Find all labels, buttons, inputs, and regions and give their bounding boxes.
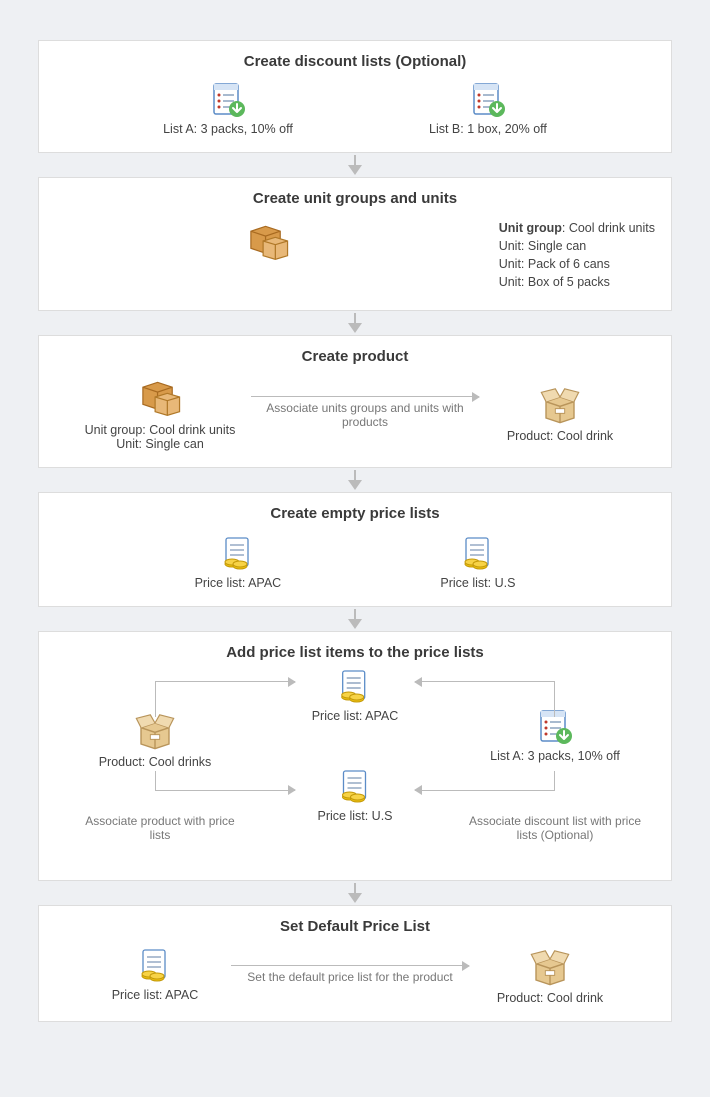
unit-group-details: Unit group: Cool drink units Unit: Singl… xyxy=(499,219,655,292)
step-create-product: Create product Unit group: Cool drink un… xyxy=(38,335,672,468)
pricelist-icon xyxy=(458,536,498,572)
product-left: Product: Cool drinks xyxy=(85,709,225,769)
unit-line-1: Unit: Single can xyxy=(499,237,655,255)
discount-list-right: List A: 3 packs, 10% off xyxy=(475,709,635,763)
list-right-label: List A: 3 packs, 10% off xyxy=(490,749,620,763)
assoc-product-label: Associate product with price lists xyxy=(80,814,240,842)
associate-label: Associate units groups and units with pr… xyxy=(251,401,479,429)
connector-arrow xyxy=(38,311,672,335)
product-right-label: Product: Cool drink xyxy=(497,991,603,1005)
pricelist-icon xyxy=(335,669,375,705)
step5-title: Add price list items to the price lists xyxy=(55,644,655,661)
discount-list-b: List B: 1 box, 20% off xyxy=(429,82,547,136)
us-label: Price list: U.S xyxy=(440,576,515,590)
step4-title: Create empty price lists xyxy=(55,505,655,522)
step-unit-groups: Create unit groups and units Unit group:… xyxy=(38,177,672,311)
unit-group-value: : Cool drink units xyxy=(562,221,655,235)
elbow-arrow xyxy=(415,681,555,717)
apac-center-label: Price list: APAC xyxy=(312,709,399,723)
boxes-icon xyxy=(242,219,294,263)
product-block: Product: Cool drink xyxy=(485,383,635,443)
product-label: Product: Cool drink xyxy=(507,429,613,443)
apac-label: Price list: APAC xyxy=(195,576,282,590)
discount-list-a: List A: 3 packs, 10% off xyxy=(163,82,293,136)
connector-arrow xyxy=(38,881,672,905)
list-download-icon xyxy=(468,82,508,118)
step1-title: Create discount lists (Optional) xyxy=(55,53,655,70)
apac-left-label: Price list: APAC xyxy=(112,988,199,1002)
price-list-apac: Price list: APAC xyxy=(195,536,282,590)
default-arrow-block: Set the default price list for the produ… xyxy=(225,965,475,984)
price-list-apac-left: Price list: APAC xyxy=(85,948,225,1002)
unit-line-2: Unit: Pack of 6 cans xyxy=(499,255,655,273)
assoc-discount-label: Associate discount list with price lists… xyxy=(465,814,645,842)
open-box-icon xyxy=(526,945,574,987)
elbow-arrow xyxy=(155,771,295,791)
elbow-arrow xyxy=(155,681,295,717)
elbow-arrow xyxy=(415,771,555,791)
price-list-us: Price list: U.S xyxy=(440,536,515,590)
associate-arrow-block: Associate units groups and units with pr… xyxy=(245,396,485,429)
pricelist-icon xyxy=(218,536,258,572)
list-b-label: List B: 1 box, 20% off xyxy=(429,122,547,136)
connector-arrow xyxy=(38,153,672,177)
unit-line-3: Unit: Box of 5 packs xyxy=(499,273,655,291)
connector-arrow xyxy=(38,468,672,492)
step2-title: Create unit groups and units xyxy=(55,190,655,207)
connector-arrow xyxy=(38,607,672,631)
step3-title: Create product xyxy=(55,348,655,365)
pricelist-icon xyxy=(135,948,175,984)
default-mid-label: Set the default price list for the produ… xyxy=(231,970,469,984)
list-download-icon xyxy=(208,82,248,118)
price-list-us-center: Price list: U.S xyxy=(317,769,392,823)
left-line-2: Unit: Single can xyxy=(116,437,204,451)
us-center-label: Price list: U.S xyxy=(317,809,392,823)
step6-title: Set Default Price List xyxy=(55,918,655,935)
product-right: Product: Cool drink xyxy=(475,945,625,1005)
open-box-icon xyxy=(536,383,584,425)
product-left-label: Product: Cool drinks xyxy=(99,755,212,769)
step-empty-price-lists: Create empty price lists Price list: APA… xyxy=(38,492,672,607)
step-default-price-list: Set Default Price List Price list: APAC … xyxy=(38,905,672,1022)
pricelist-icon xyxy=(335,769,375,805)
list-a-label: List A: 3 packs, 10% off xyxy=(163,122,293,136)
boxes-icon xyxy=(134,375,186,419)
price-list-apac-center: Price list: APAC xyxy=(312,669,399,723)
unit-group-label: Unit group xyxy=(499,221,562,235)
unit-group-block: Unit group: Cool drink units Unit: Singl… xyxy=(75,375,245,451)
step-discount-lists: Create discount lists (Optional) List A:… xyxy=(38,40,672,153)
left-line-1: Unit group: Cool drink units xyxy=(85,423,236,437)
step-add-price-list-items: Add price list items to the price lists … xyxy=(38,631,672,881)
